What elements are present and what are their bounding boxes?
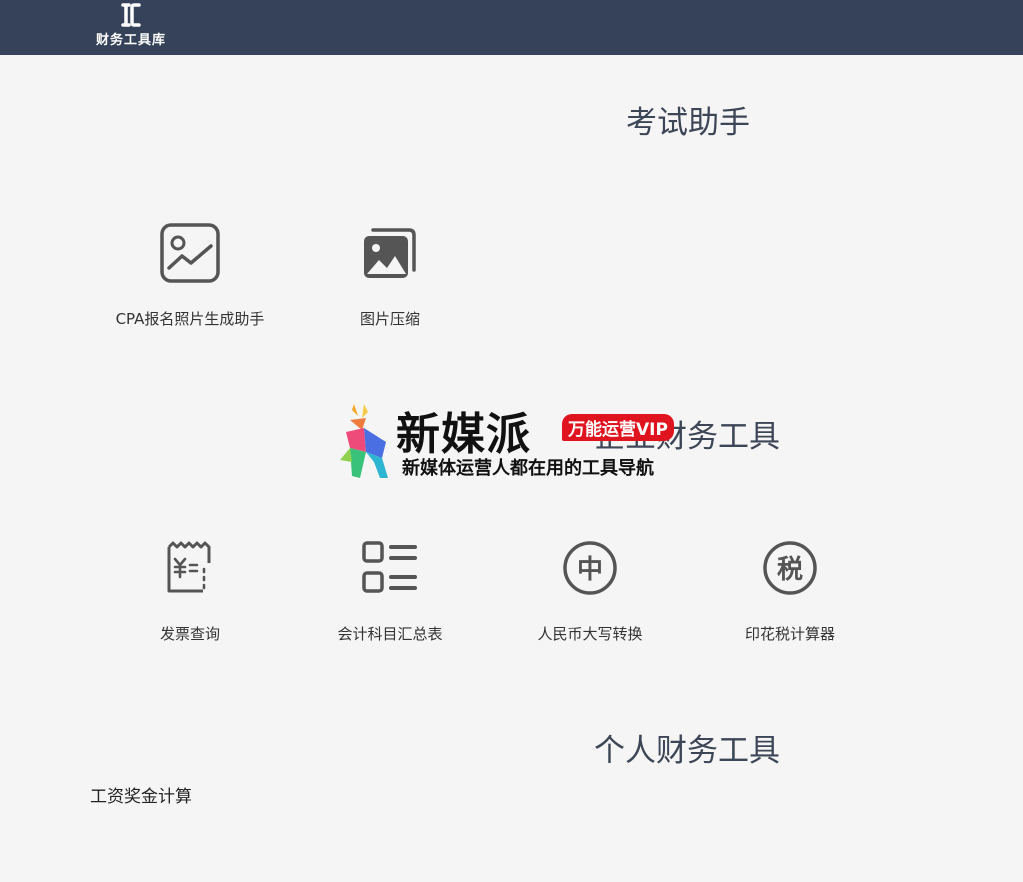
zhong-circle-icon: 中	[490, 537, 690, 599]
tool-label: 印花税计算器	[744, 625, 835, 643]
deer-logo-icon	[340, 404, 388, 478]
shui-circle-icon: 税	[690, 537, 890, 599]
tool-salary-bonus-calculator[interactable]: 工资奖金计算	[90, 782, 192, 807]
logo-text: 财务工具库	[95, 33, 166, 48]
tool-image-compress[interactable]: 图片压缩	[290, 222, 490, 329]
tool-label: 图片压缩	[359, 310, 420, 328]
watermark-title: 新媒派	[396, 409, 531, 460]
svg-text:中: 中	[577, 555, 603, 585]
tool-cpa-photo[interactable]: CPA报名照片生成助手	[90, 222, 290, 329]
tool-label: CPA报名照片生成助手	[115, 310, 265, 328]
invoice-icon	[90, 537, 290, 599]
image-stack-icon	[290, 222, 490, 284]
tool-rmb-uppercase[interactable]: 中 人民币大写转换	[490, 537, 690, 644]
logo-mark-icon	[121, 3, 141, 27]
tool-label: 会计科目汇总表	[337, 625, 443, 643]
section-title-exam: 考试助手	[626, 105, 750, 141]
watermark-vip-badge: 万能运营VIP	[562, 414, 674, 441]
tool-label: 人民币大写转换	[537, 625, 643, 643]
svg-text:税: 税	[777, 555, 803, 585]
tool-label: 发票查询	[159, 625, 220, 643]
tool-account-summary[interactable]: 会计科目汇总表	[290, 537, 490, 644]
section-title-personal: 个人财务工具	[594, 733, 780, 769]
watermark-subtitle: 新媒体运营人都在用的工具导航	[402, 458, 654, 479]
watermark-banner: 新媒派 万能运营VIP 新媒体运营人都在用的工具导航	[336, 402, 696, 482]
tool-stamp-tax-calculator[interactable]: 税 印花税计算器	[690, 537, 890, 644]
photo-chart-icon	[90, 222, 290, 284]
list-icon	[290, 537, 490, 599]
site-logo[interactable]: 财务工具库	[86, 2, 176, 50]
tool-invoice-query[interactable]: 发票查询	[90, 537, 290, 644]
top-navigation-bar: 财务工具库	[0, 0, 1023, 55]
